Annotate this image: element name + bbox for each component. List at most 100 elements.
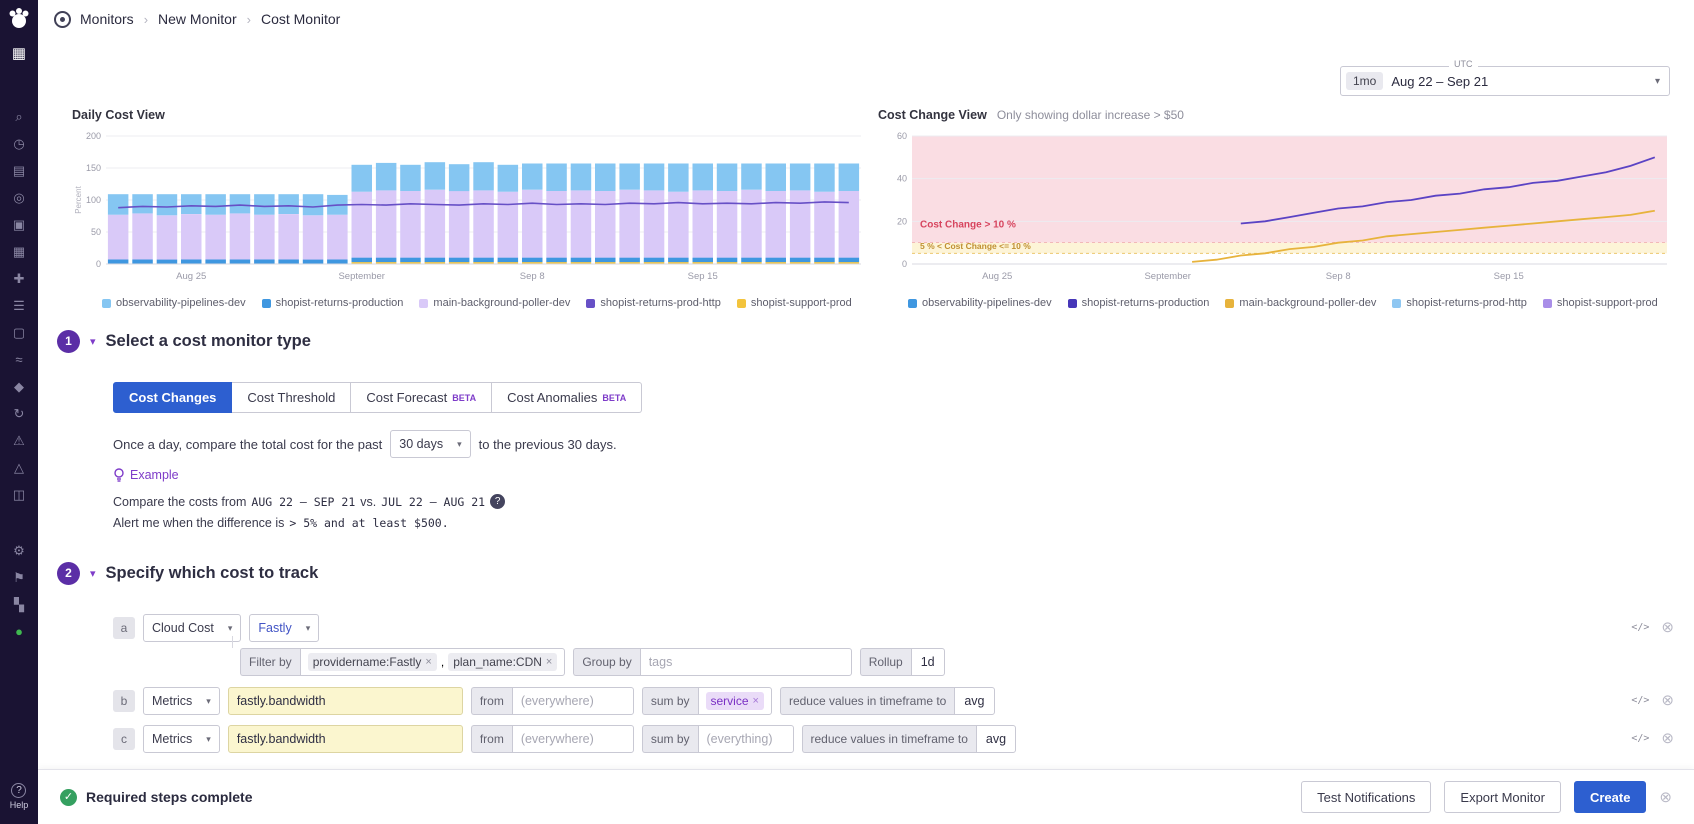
- error-tracking-icon[interactable]: ⚠: [8, 432, 30, 450]
- sum-by-token[interactable]: service ×: [706, 692, 764, 710]
- cloud-cost-icon[interactable]: ●: [8, 623, 30, 641]
- tab-cost-anomalies[interactable]: Cost AnomaliesBETA: [492, 382, 642, 413]
- history-icon[interactable]: ◷: [8, 135, 30, 153]
- from-input[interactable]: [512, 725, 634, 753]
- metric-input[interactable]: [228, 687, 463, 715]
- remove-token-icon[interactable]: ×: [425, 656, 431, 668]
- datadog-logo-icon[interactable]: [6, 5, 32, 36]
- integrations-icon[interactable]: ▦: [8, 243, 30, 261]
- legend-item[interactable]: shopist-support-prod: [737, 297, 852, 309]
- example-toggle[interactable]: Example: [113, 468, 179, 482]
- bits-ai-icon[interactable]: ✚: [8, 270, 30, 288]
- row-letter-badge: c: [113, 728, 135, 750]
- collapse-chevron-icon[interactable]: ▾: [90, 335, 96, 348]
- search-icon[interactable]: ⌕: [8, 108, 30, 126]
- svg-text:Sep 8: Sep 8: [520, 271, 545, 282]
- rollup-value[interactable]: 1d: [911, 648, 945, 676]
- logs-icon[interactable]: ☰: [8, 297, 30, 315]
- nav-icon-group-top: ⌕ ◷ ▤ ◎ ▣ ▦ ✚ ☰ ▢ ≈ ◆ ↻ ⚠ △ ◫: [8, 108, 30, 504]
- code-view-icon[interactable]: </>: [1631, 622, 1649, 633]
- export-monitor-button[interactable]: Export Monitor: [1444, 781, 1561, 813]
- legend-item[interactable]: shopist-returns-prod-http: [586, 297, 720, 309]
- legend-item[interactable]: observability-pipelines-dev: [908, 297, 1052, 309]
- breadcrumb-cost-monitor[interactable]: Cost Monitor: [261, 11, 340, 27]
- tab-cost-forecast[interactable]: Cost ForecastBETA: [351, 382, 492, 413]
- sum-by-input[interactable]: [698, 725, 794, 753]
- provider-value: Fastly: [258, 621, 291, 635]
- data-source-value: Metrics: [152, 732, 192, 746]
- metric-input[interactable]: [228, 725, 463, 753]
- from-input[interactable]: [512, 687, 634, 715]
- svg-text:Aug 25: Aug 25: [176, 271, 206, 282]
- help-button[interactable]: ? Help: [10, 783, 29, 810]
- filter-token-text: plan_name:CDN: [453, 655, 542, 669]
- help-tooltip-icon[interactable]: ?: [490, 494, 505, 509]
- incidents-icon[interactable]: ⚑: [8, 569, 30, 587]
- data-source-select[interactable]: Metrics ▾: [143, 687, 220, 715]
- legend-item[interactable]: main-background-poller-dev: [419, 297, 570, 309]
- infrastructure-icon[interactable]: ▣: [8, 216, 30, 234]
- legend-item[interactable]: main-background-poller-dev: [1225, 297, 1376, 309]
- remove-token-icon[interactable]: ×: [753, 695, 759, 707]
- dashboards-icon[interactable]: ▢: [8, 324, 30, 342]
- svg-text:September: September: [1144, 271, 1190, 282]
- legend-item[interactable]: shopist-support-prod: [1543, 297, 1658, 309]
- data-source-select[interactable]: Metrics ▾: [143, 725, 220, 753]
- svg-text:150: 150: [86, 163, 101, 173]
- workflows-icon[interactable]: ⚙: [8, 542, 30, 560]
- aggregation-select[interactable]: avg: [954, 687, 994, 715]
- database-icon[interactable]: ◫: [8, 486, 30, 504]
- sum-by-input[interactable]: service ×: [698, 687, 772, 715]
- filter-token[interactable]: providername:Fastly ×: [308, 653, 437, 671]
- data-source-value: Metrics: [152, 694, 192, 708]
- filter-token[interactable]: plan_name:CDN ×: [448, 653, 557, 671]
- query-connector-line: [232, 636, 233, 648]
- legend-item[interactable]: shopist-returns-prod-http: [1392, 297, 1526, 309]
- legend-label: shopist-returns-prod-http: [600, 297, 720, 309]
- filter-tokens-input[interactable]: providername:Fastly × , plan_name:CDN ×: [300, 648, 566, 676]
- rollup-group: Rollup 1d: [860, 648, 945, 676]
- period-select[interactable]: 30 days ▾: [390, 430, 470, 458]
- time-range-picker[interactable]: 1mo Aug 22 – Sep 21 ▾ UTC: [1340, 66, 1670, 96]
- legend-label: shopist-returns-prod-http: [1406, 297, 1526, 309]
- code-view-icon[interactable]: </>: [1631, 695, 1649, 706]
- reduce-label: reduce values in timeframe to: [802, 725, 976, 753]
- data-source-select[interactable]: Cloud Cost ▾: [143, 614, 241, 642]
- synthetics-icon[interactable]: ↻: [8, 405, 30, 423]
- terminal-icon[interactable]: ▚: [8, 596, 30, 614]
- breadcrumb-monitors[interactable]: Monitors: [80, 11, 134, 27]
- cost-change-line-chart: 0204060Aug 25SeptemberSep 8Sep 15Cost Ch…: [878, 126, 1673, 288]
- row-a-actions: </> ⊗: [1631, 620, 1674, 635]
- apm-icon[interactable]: ≈: [8, 351, 30, 369]
- provider-select[interactable]: Fastly ▾: [249, 614, 319, 642]
- watchdog-icon[interactable]: ◎: [8, 189, 30, 207]
- create-button[interactable]: Create: [1574, 781, 1646, 813]
- remove-row-icon[interactable]: ⊗: [1661, 620, 1674, 635]
- dismiss-footer-icon[interactable]: ⊗: [1659, 790, 1672, 805]
- legend-item[interactable]: shopist-returns-production: [262, 297, 404, 309]
- svg-text:September: September: [338, 271, 384, 282]
- tab-label: Cost Anomalies: [507, 390, 597, 405]
- aggregation-select[interactable]: avg: [976, 725, 1016, 753]
- code-view-icon[interactable]: </>: [1631, 733, 1649, 744]
- legend-item[interactable]: observability-pipelines-dev: [102, 297, 246, 309]
- group-by-input[interactable]: [640, 648, 852, 676]
- tab-cost-threshold[interactable]: Cost Threshold: [232, 382, 351, 413]
- tab-cost-changes[interactable]: Cost Changes: [113, 382, 232, 413]
- apps-grid-icon[interactable]: ▦: [12, 44, 26, 62]
- remove-row-icon[interactable]: ⊗: [1661, 693, 1674, 708]
- legend-swatch: [1225, 299, 1234, 308]
- ci-icon[interactable]: △: [8, 459, 30, 477]
- lightbulb-icon: [113, 468, 125, 482]
- footer-actions: Test Notifications Export Monitor Create…: [1301, 781, 1672, 813]
- breadcrumb-new-monitor[interactable]: New Monitor: [158, 11, 237, 27]
- legend-swatch: [1392, 299, 1401, 308]
- collapse-chevron-icon[interactable]: ▾: [90, 567, 96, 580]
- legend-item[interactable]: shopist-returns-production: [1068, 297, 1210, 309]
- time-range-chip[interactable]: 1mo: [1346, 72, 1383, 90]
- remove-token-icon[interactable]: ×: [546, 656, 552, 668]
- metrics-icon[interactable]: ▤: [8, 162, 30, 180]
- remove-row-icon[interactable]: ⊗: [1661, 731, 1674, 746]
- service-map-icon[interactable]: ◆: [8, 378, 30, 396]
- test-notifications-button[interactable]: Test Notifications: [1301, 781, 1431, 813]
